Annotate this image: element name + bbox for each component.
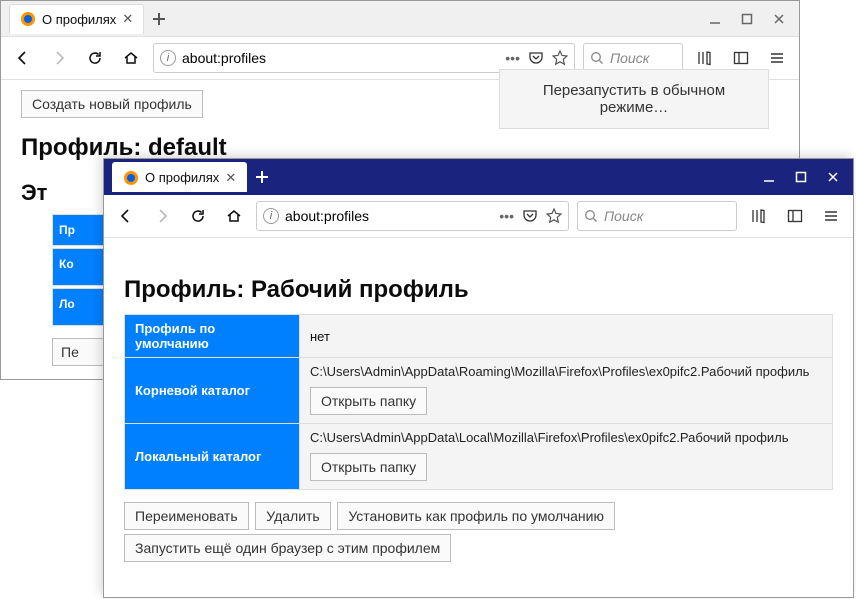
profile-actions-row: Переименовать Удалить Установить как про…	[124, 500, 833, 532]
new-tab-button[interactable]	[255, 170, 269, 184]
set-default-button[interactable]: Установить как профиль по умолчанию	[337, 502, 615, 530]
url-text: about:profiles	[285, 208, 369, 224]
more-icon[interactable]: •••	[499, 208, 514, 224]
firefox-favicon	[20, 11, 36, 27]
back-button[interactable]	[112, 202, 140, 230]
bookmark-star-icon[interactable]	[546, 208, 562, 224]
table-cell-stub: Пр	[52, 214, 104, 246]
close-icon[interactable]	[773, 13, 785, 25]
back-window-stubs: Пр Ко Ло Пе	[52, 214, 104, 366]
reload-button[interactable]	[184, 202, 212, 230]
library-icon[interactable]	[691, 44, 719, 72]
default-profile-label: Профиль по умолчанию	[125, 315, 300, 358]
local-dir-path: C:\Users\Admin\AppData\Local\Mozilla\Fir…	[310, 430, 822, 445]
default-profile-value: нет	[300, 315, 833, 358]
table-cell-stub: Ло	[52, 288, 104, 326]
button-stub[interactable]: Пе	[52, 338, 104, 366]
library-icon[interactable]	[745, 202, 773, 230]
table-row: Корневой каталог C:\Users\Admin\AppData\…	[125, 358, 833, 424]
table-row: Профиль по умолчанию нет	[125, 315, 833, 358]
restart-normal-button[interactable]: Перезапустить в обычном режиме…	[499, 69, 769, 129]
nav-toolbar: i about:profiles ••• Поиск	[104, 195, 853, 238]
firefox-favicon	[123, 170, 139, 186]
pocket-icon[interactable]	[528, 50, 544, 66]
maximize-icon[interactable]	[795, 171, 807, 183]
more-icon[interactable]: •••	[505, 50, 520, 66]
search-box[interactable]: Поиск	[577, 201, 737, 231]
url-text: about:profiles	[182, 50, 266, 66]
page-content-b: Профиль: Рабочий профиль Профиль по умол…	[104, 238, 853, 572]
table-cell-stub: Ко	[52, 248, 104, 286]
maximize-icon[interactable]	[741, 13, 753, 25]
open-local-folder-button[interactable]: Открыть папку	[310, 453, 427, 481]
reload-button[interactable]	[81, 44, 109, 72]
home-button[interactable]	[220, 202, 248, 230]
search-placeholder: Поиск	[610, 50, 649, 66]
pocket-icon[interactable]	[522, 208, 538, 224]
root-dir-label: Корневой каталог	[125, 358, 300, 424]
home-button[interactable]	[117, 44, 145, 72]
create-profile-button[interactable]: Создать новый профиль	[21, 90, 203, 118]
sidebar-icon[interactable]	[781, 202, 809, 230]
search-icon	[584, 209, 598, 223]
rename-button[interactable]: Переименовать	[124, 502, 249, 530]
tab-bar: О профилях ✕	[104, 159, 853, 195]
tab-close-icon[interactable]: ✕	[225, 170, 236, 186]
tab-title: О профилях	[42, 12, 116, 27]
address-bar[interactable]: i about:profiles •••	[256, 201, 569, 231]
forward-button[interactable]	[45, 44, 73, 72]
launch-profile-button[interactable]: Запустить ещё один браузер с этим профил…	[124, 534, 451, 562]
firefox-window-front: О профилях ✕ i about:profiles ••• Поиск	[103, 158, 854, 598]
profile-heading: Профиль: Рабочий профиль	[124, 276, 833, 304]
tab-close-icon[interactable]: ✕	[122, 11, 133, 27]
bookmark-star-icon[interactable]	[552, 50, 568, 66]
back-button[interactable]	[9, 44, 37, 72]
browser-tab[interactable]: О профилях ✕	[9, 4, 144, 34]
tab-title: О профилях	[145, 170, 219, 185]
search-placeholder: Поиск	[604, 208, 643, 224]
new-tab-button[interactable]	[152, 12, 166, 26]
minimize-icon[interactable]	[709, 13, 721, 25]
info-icon[interactable]: i	[263, 208, 279, 224]
close-icon[interactable]	[827, 171, 839, 183]
info-icon[interactable]: i	[160, 50, 176, 66]
root-dir-path: C:\Users\Admin\AppData\Roaming\Mozilla\F…	[310, 364, 822, 379]
forward-button[interactable]	[148, 202, 176, 230]
local-dir-label: Локальный каталог	[125, 424, 300, 490]
profile-actions-row: Запустить ещё один браузер с этим профил…	[124, 532, 833, 564]
menu-icon[interactable]	[763, 44, 791, 72]
profile-table: Профиль по умолчанию нет Корневой катало…	[124, 314, 833, 490]
menu-icon[interactable]	[817, 202, 845, 230]
minimize-icon[interactable]	[763, 171, 775, 183]
browser-tab[interactable]: О профилях ✕	[112, 162, 247, 192]
search-icon	[590, 51, 604, 65]
open-root-folder-button[interactable]: Открыть папку	[310, 387, 427, 415]
delete-button[interactable]: Удалить	[255, 502, 330, 530]
sidebar-icon[interactable]	[727, 44, 755, 72]
table-row: Локальный каталог C:\Users\Admin\AppData…	[125, 424, 833, 490]
tab-bar: О профилях ✕	[1, 1, 799, 37]
